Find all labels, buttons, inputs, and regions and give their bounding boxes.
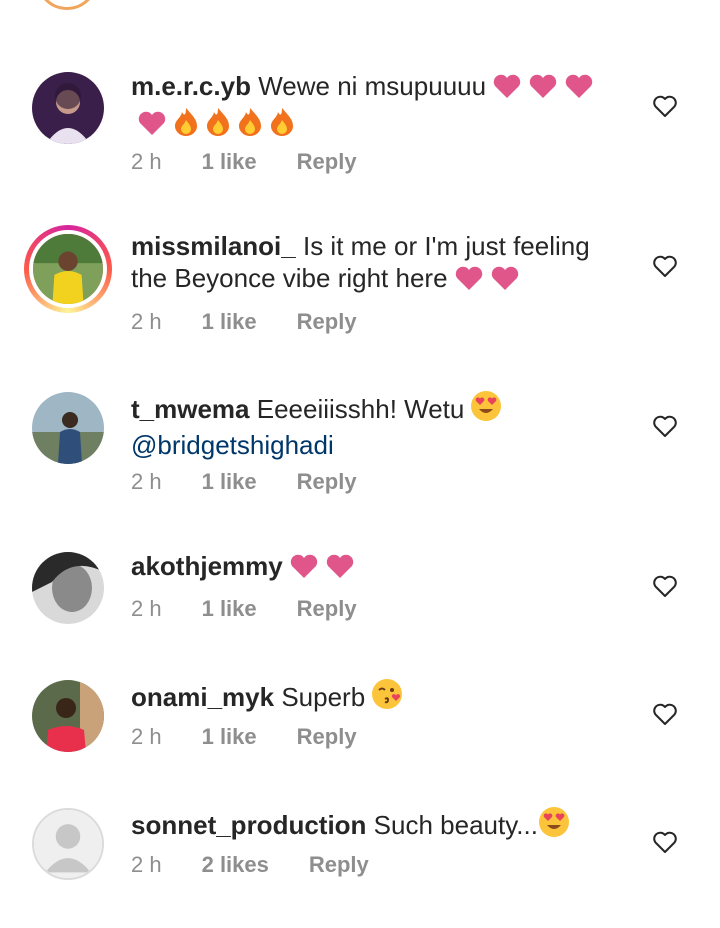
fire-icon	[205, 106, 231, 143]
comment-time: 2 h	[131, 469, 162, 494]
comment-text: m.e.r.c.yb Wewe ni msupuuuu	[131, 70, 621, 143]
avatar[interactable]	[32, 680, 104, 752]
avatar[interactable]	[32, 552, 104, 624]
reply-button[interactable]: Reply	[297, 149, 357, 175]
default-avatar-icon	[34, 810, 102, 878]
comment-meta: 2 h 1 like Reply	[131, 724, 357, 750]
reply-button[interactable]: Reply	[309, 852, 369, 878]
comment-time: 2 h	[131, 309, 162, 334]
fire-icon	[269, 106, 295, 143]
comment-text: onami_myk Superb	[131, 678, 621, 717]
avatar	[29, 230, 107, 308]
username-link[interactable]: missmilanoi_	[131, 231, 296, 261]
comment-time: 2 h	[131, 149, 162, 174]
likes-count[interactable]: 1 like	[202, 309, 257, 335]
like-heart-icon[interactable]	[652, 830, 678, 854]
comment-body: Such beauty...	[373, 810, 538, 840]
pink-heart-icon	[137, 110, 167, 143]
reply-button[interactable]: Reply	[297, 469, 357, 495]
previous-avatar-edge	[36, 0, 98, 10]
likes-count[interactable]: 1 like	[202, 724, 257, 750]
comment-meta: 2 h 1 like Reply	[131, 469, 357, 495]
like-heart-icon[interactable]	[652, 414, 678, 438]
comment-body: Superb	[281, 682, 366, 712]
pink-heart-icon	[492, 73, 522, 106]
fire-icon	[237, 106, 263, 143]
like-heart-icon[interactable]	[652, 574, 678, 598]
comment-meta: 2 h 1 like Reply	[131, 149, 357, 175]
kissing-face-icon	[371, 678, 403, 717]
username-link[interactable]: t_mwema	[131, 394, 250, 424]
avatar-story-ring[interactable]	[24, 225, 112, 313]
likes-count[interactable]: 1 like	[202, 149, 257, 175]
comment-body: Eeeeiiisshh! Wetu	[256, 394, 465, 424]
heart-eyes-icon	[470, 390, 502, 429]
comment-body: Wewe ni msupuuuu	[258, 71, 487, 101]
comment-text: akothjemmy	[131, 550, 621, 586]
comment-time: 2 h	[131, 852, 162, 877]
avatar[interactable]	[32, 72, 104, 144]
pink-heart-icon	[325, 553, 355, 586]
pink-heart-icon	[490, 265, 520, 298]
pink-heart-icon	[454, 265, 484, 298]
like-heart-icon[interactable]	[652, 254, 678, 278]
fire-icon	[173, 106, 199, 143]
likes-count[interactable]: 1 like	[202, 469, 257, 495]
comment-text: missmilanoi_ Is it me or I'm just feelin…	[131, 230, 621, 298]
reply-button[interactable]: Reply	[297, 596, 357, 622]
like-heart-icon[interactable]	[652, 702, 678, 726]
comment-time: 2 h	[131, 724, 162, 749]
pink-heart-icon	[528, 73, 558, 106]
pink-heart-icon	[564, 73, 594, 106]
mention-link[interactable]: @bridgetshighadi	[131, 430, 334, 460]
likes-count[interactable]: 1 like	[202, 596, 257, 622]
username-link[interactable]: m.e.r.c.yb	[131, 71, 251, 101]
comment-meta: 2 h 1 like Reply	[131, 596, 357, 622]
heart-eyes-icon	[538, 806, 570, 845]
comment-text: sonnet_production Such beauty...	[131, 806, 621, 845]
comment-meta: 2 h 2 likes Reply	[131, 852, 369, 878]
avatar[interactable]	[32, 808, 104, 880]
username-link[interactable]: sonnet_production	[131, 810, 366, 840]
username-link[interactable]: onami_myk	[131, 682, 274, 712]
likes-count[interactable]: 2 likes	[202, 852, 269, 878]
comment-meta: 2 h 1 like Reply	[131, 309, 357, 335]
comment-time: 2 h	[131, 596, 162, 621]
avatar[interactable]	[32, 392, 104, 464]
reply-button[interactable]: Reply	[297, 309, 357, 335]
pink-heart-icon	[289, 553, 319, 586]
reply-button[interactable]: Reply	[297, 724, 357, 750]
like-heart-icon[interactable]	[652, 94, 678, 118]
comment-text: t_mwema Eeeeiiisshh! Wetu @bridgetshigha…	[131, 390, 621, 461]
username-link[interactable]: akothjemmy	[131, 551, 283, 581]
